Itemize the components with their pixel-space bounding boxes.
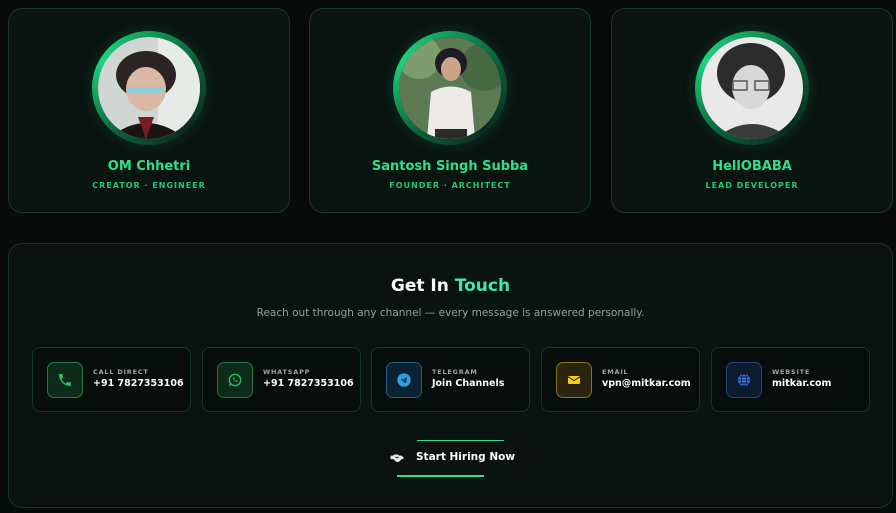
member-name: HellOBABA	[712, 159, 792, 174]
channel-value: +91 7827353106	[263, 378, 354, 389]
team-card-santosh: Santosh Singh Subba FOUNDER · ARCHITECT	[309, 8, 591, 213]
channel-value: vpn@mitkar.com	[602, 378, 691, 389]
avatar-ring	[695, 31, 809, 145]
channel-label: WHATSAPP	[263, 368, 311, 376]
avatar	[701, 37, 803, 139]
avatar	[399, 37, 501, 139]
avatar-ring	[92, 31, 206, 145]
avatar	[98, 37, 200, 139]
team-card-hellobaba: HellOBABA LEAD DEVELOPER	[611, 8, 893, 213]
whatsapp-icon	[217, 362, 253, 398]
member-role: CREATOR · ENGINEER	[92, 181, 206, 190]
phone-icon	[47, 362, 83, 398]
channel-label: WEBSITE	[772, 368, 811, 376]
start-hiring-button[interactable]: Start Hiring Now	[364, 440, 536, 477]
channel-label: EMAIL	[602, 368, 629, 376]
globe-icon	[726, 362, 762, 398]
channel-whatsapp[interactable]: WHATSAPP +91 7827353106	[202, 347, 361, 412]
channel-website[interactable]: WEBSITE mitkar.com	[711, 347, 870, 412]
channel-label: TELEGRAM	[432, 368, 478, 376]
contact-panel: Get In Touch Reach out through any chann…	[8, 243, 893, 508]
button-accent-bottom	[397, 475, 484, 477]
channel-call[interactable]: CALL DIRECT +91 7827353106	[32, 347, 191, 412]
channel-value: mitkar.com	[772, 378, 832, 389]
contact-subtitle: Reach out through any channel — every me…	[256, 307, 645, 319]
channel-label: CALL DIRECT	[93, 368, 149, 376]
contact-title-main: Get In	[390, 276, 455, 296]
channel-email[interactable]: EMAIL vpn@mitkar.com	[541, 347, 700, 412]
handshake-icon	[390, 454, 404, 463]
telegram-icon	[386, 362, 422, 398]
mail-icon	[556, 362, 592, 398]
member-name: Santosh Singh Subba	[371, 159, 529, 174]
member-name: OM Chhetri	[107, 159, 191, 174]
member-role: LEAD DEVELOPER	[705, 181, 799, 190]
channel-telegram[interactable]: TELEGRAM Join Channels	[371, 347, 530, 412]
team-card-om: OM Chhetri CREATOR · ENGINEER	[8, 8, 290, 213]
button-accent-top	[417, 440, 504, 441]
channel-value: Join Channels	[432, 378, 505, 389]
contact-title: Get In Touch	[9, 276, 892, 296]
start-hiring-label: Start Hiring Now	[416, 451, 516, 463]
channel-value: +91 7827353106	[93, 378, 184, 389]
contact-title-accent: Touch	[454, 276, 511, 296]
avatar-ring	[393, 31, 507, 145]
member-role: FOUNDER · ARCHITECT	[389, 181, 511, 190]
